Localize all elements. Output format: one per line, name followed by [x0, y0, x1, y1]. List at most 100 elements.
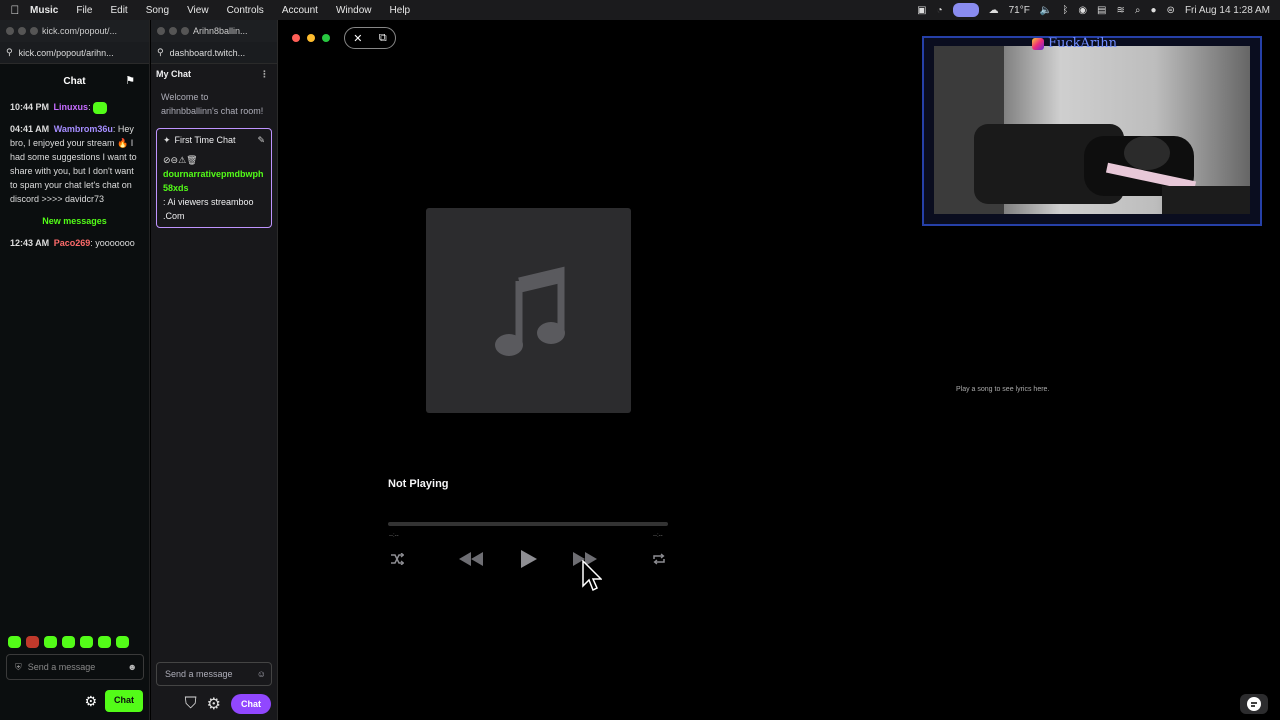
chat-message: 10:44 PM Linuxus: — [0, 98, 149, 116]
message-separator: : — [112, 124, 116, 134]
twitch-url-bar[interactable]: ⚲ dashboard.twitch... — [151, 42, 277, 64]
emote-icon[interactable] — [116, 636, 129, 648]
menu-song[interactable]: Song — [146, 5, 169, 16]
emote-icon[interactable] — [26, 636, 39, 648]
previous-track-button[interactable] — [458, 550, 484, 568]
player-window-controls: ✕ ⧉ — [344, 27, 396, 49]
kick-url: kick.com/popout/arihn... — [18, 47, 114, 58]
emoji-picker-icon[interactable]: ☺ — [257, 669, 266, 679]
emoji-picker-icon[interactable]: ☻ — [128, 662, 137, 672]
menu-file[interactable]: File — [76, 5, 92, 16]
menu-view[interactable]: View — [187, 5, 209, 16]
message-username[interactable]: Wambrom36u — [54, 124, 113, 134]
message-username[interactable]: dournarrativepmdbwph58xds — [163, 169, 264, 193]
kick-window-titlebar: kick.com/popout/... — [0, 20, 149, 42]
screen-icon[interactable]: ▤ — [1097, 5, 1106, 16]
kick-tab-title: kick.com/popout/... — [42, 26, 118, 36]
menu-bar:  Music File Edit Song View Controls Acc… — [0, 0, 1280, 20]
window-close-dot[interactable] — [157, 27, 165, 35]
kick-send-chat-button[interactable]: Chat — [105, 690, 143, 712]
shuffle-icon — [391, 553, 404, 565]
emote-icon[interactable] — [98, 636, 111, 648]
message-separator: : — [88, 102, 91, 112]
twitch-url: dashboard.twitch... — [169, 47, 246, 58]
window-zoom-dot[interactable] — [181, 27, 189, 35]
display-icon[interactable]: ▣ — [917, 5, 926, 16]
twitch-chat-header: My Chat ⋮ — [151, 64, 277, 84]
control-center-icon[interactable]: ⊜ — [1167, 5, 1175, 16]
gear-icon[interactable]: ⚙ — [207, 694, 221, 714]
time-remaining: --:-- — [653, 533, 663, 539]
playback-progress-bar[interactable] — [388, 522, 668, 526]
menu-account[interactable]: Account — [282, 5, 318, 16]
message-username[interactable]: Linuxus — [54, 102, 89, 112]
siri-icon[interactable]: ● — [1151, 5, 1157, 16]
minimize-window-button[interactable] — [307, 34, 315, 42]
new-messages-divider[interactable]: New messages — [0, 216, 149, 226]
control-center-pill[interactable] — [952, 3, 979, 17]
webcam-overlay: FuckArihn — [922, 36, 1262, 226]
kick-message-input[interactable]: ⛨ Send a message ☻ — [6, 654, 144, 680]
twitch-message-input[interactable]: Send a message ☺ — [156, 662, 272, 686]
zoom-window-button[interactable] — [322, 34, 330, 42]
first-time-chat-header: ✦ First Time Chat ✎ — [163, 133, 265, 147]
points-icon[interactable]: ⛉ — [185, 695, 197, 713]
chat-message: 12:43 AM Paco269: yooooooo — [0, 234, 149, 252]
twitch-input-placeholder: Send a message — [165, 669, 233, 679]
pinned-flag-icon[interactable]: ⚑ — [125, 74, 135, 87]
status-tray: ▣ ◔ ☁ 71°F 🔈 ᛒ ◉ ▤ ≋ ⌕ ● ⊜ Fri Aug 14 1:… — [917, 3, 1280, 17]
chat-identity-icon[interactable]: ⛨ — [15, 662, 22, 673]
site-settings-icon[interactable]: ⚲ — [157, 47, 164, 58]
sync-icon[interactable]: ◔ — [937, 5, 943, 16]
site-settings-icon[interactable]: ⚲ — [6, 47, 13, 58]
window-traffic-lights — [292, 34, 330, 42]
chat-bubble-icon — [1240, 694, 1268, 714]
more-options-icon[interactable]: ⋮ — [260, 69, 269, 80]
repeat-button[interactable] — [650, 550, 668, 568]
apple-menu-icon[interactable]:  — [0, 3, 30, 17]
message-username[interactable]: Paco269 — [54, 238, 91, 248]
miniplayer-icon[interactable]: ⧉ — [379, 32, 387, 45]
shuffle-button[interactable] — [388, 550, 406, 568]
menu-clock[interactable]: Fri Aug 14 1:28 AM — [1185, 5, 1270, 16]
twitch-send-chat-button[interactable]: Chat — [231, 694, 271, 714]
sparkle-icon: ✦ — [163, 135, 171, 145]
window-minimize-dot[interactable] — [169, 27, 177, 35]
emote-icon[interactable] — [44, 636, 57, 648]
emote-icon[interactable] — [62, 636, 75, 648]
window-close-dot[interactable] — [6, 27, 14, 35]
play-icon — [521, 550, 537, 568]
lyrics-placeholder: Play a song to see lyrics here. — [956, 386, 1050, 393]
message-time: 12:43 AM — [10, 238, 50, 248]
chat-message: 04:41 AM Wambrom36u: Hey bro, I enjoyed … — [0, 120, 149, 208]
kick-url-bar[interactable]: ⚲ kick.com/popout/arihn... — [0, 42, 149, 64]
wifi-icon[interactable]: ≋ — [1117, 5, 1125, 16]
close-icon[interactable]: ✕ — [353, 32, 362, 45]
recent-emotes — [8, 636, 129, 648]
play-button[interactable] — [518, 548, 540, 570]
window-minimize-dot[interactable] — [18, 27, 26, 35]
spotlight-search-icon[interactable]: ⌕ — [1135, 5, 1141, 16]
emote-icon[interactable] — [8, 636, 21, 648]
menu-controls[interactable]: Controls — [227, 5, 264, 16]
menu-app-name[interactable]: Music — [30, 5, 58, 16]
mod-action-icons[interactable]: ⊘⊖⚠🗑 — [163, 155, 198, 165]
menu-window[interactable]: Window — [336, 5, 372, 16]
weather-temp[interactable]: 71°F — [1009, 5, 1030, 16]
airplay-icon[interactable]: ◉ — [1078, 5, 1087, 16]
menu-help[interactable]: Help — [390, 5, 411, 16]
emote-icon[interactable] — [80, 636, 93, 648]
mouse-pointer-icon — [582, 559, 603, 597]
menu-edit[interactable]: Edit — [110, 5, 127, 16]
first-time-chat-card: ✦ First Time Chat ✎ ⊘⊖⚠🗑 dournarrativepm… — [156, 128, 272, 228]
weather-icon[interactable]: ☁ — [989, 5, 999, 16]
music-note-icon — [494, 266, 565, 356]
volume-icon[interactable]: 🔈 — [1040, 5, 1052, 16]
lyrics-button[interactable] — [1240, 694, 1268, 714]
close-window-button[interactable] — [292, 34, 300, 42]
bluetooth-icon[interactable]: ᛒ — [1062, 5, 1068, 16]
gear-icon[interactable]: ⚙ — [84, 693, 97, 710]
edit-pencil-icon[interactable]: ✎ — [257, 133, 265, 147]
window-zoom-dot[interactable] — [30, 27, 38, 35]
kick-chat-actions: ⚙ Chat — [84, 690, 143, 712]
